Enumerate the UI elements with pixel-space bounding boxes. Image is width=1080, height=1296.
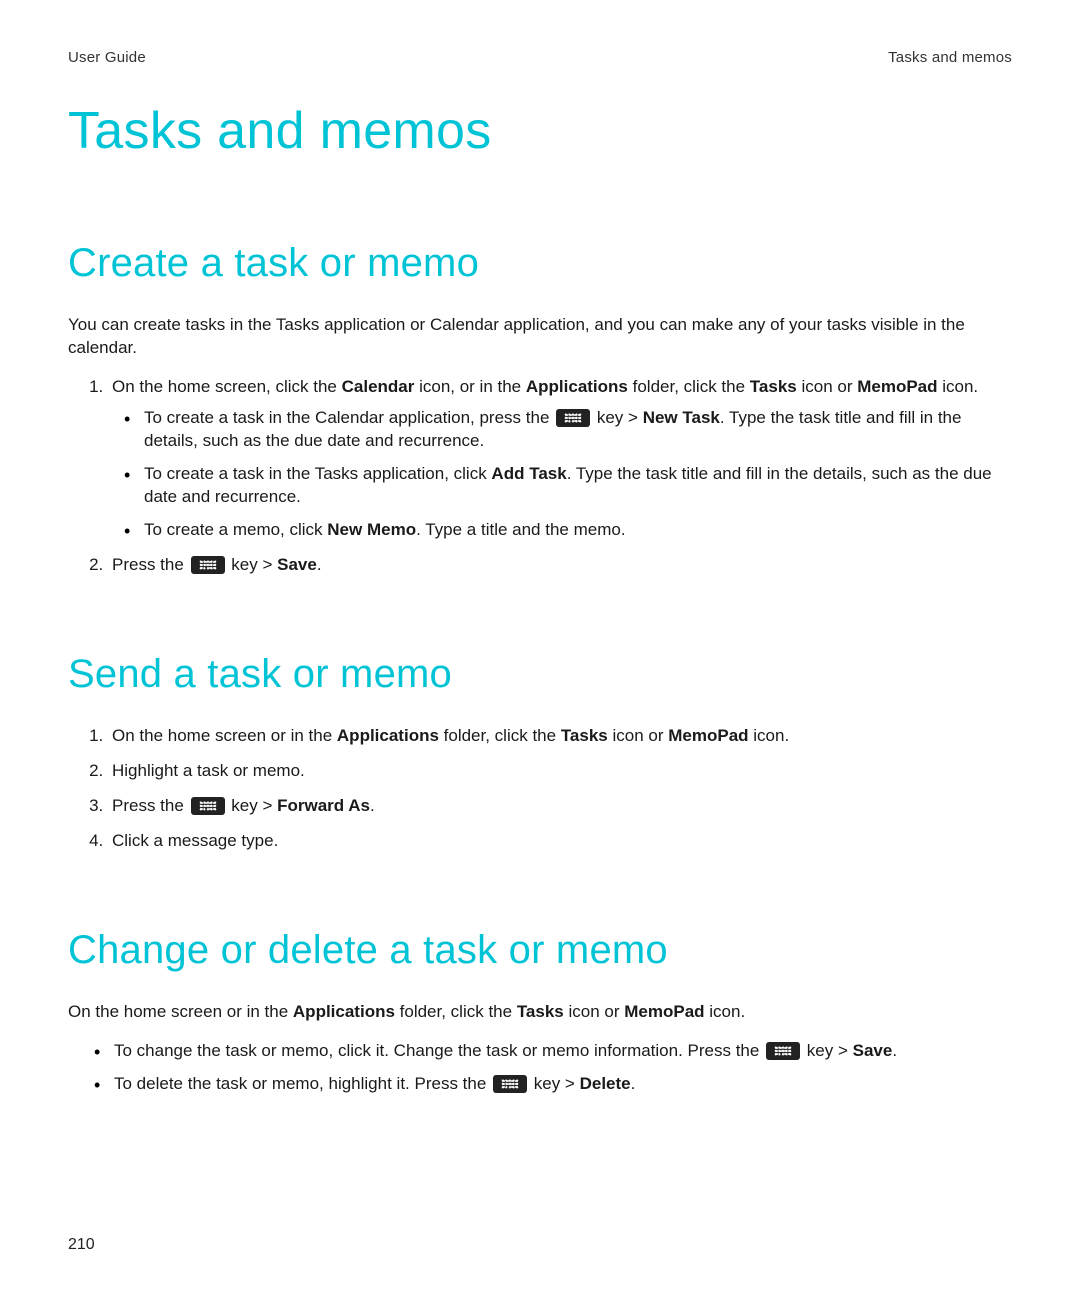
text: key >: [529, 1074, 580, 1093]
list-item: To create a memo, click New Memo. Type a…: [138, 519, 1012, 542]
send-step-2: Highlight a task or memo.: [108, 760, 1012, 783]
text: .: [892, 1041, 897, 1060]
create-step-1-bullets: To create a task in the Calendar applica…: [112, 407, 1012, 542]
section-change-bullets: To change the task or memo, click it. Ch…: [82, 1040, 1012, 1096]
text: To create a task in the Tasks applicatio…: [144, 464, 491, 483]
text: . Type a title and the memo.: [416, 520, 625, 539]
bold-new-memo: New Memo: [327, 520, 416, 539]
text: Press the: [112, 796, 189, 815]
text: key >: [227, 555, 278, 574]
text: icon or: [797, 377, 857, 396]
menu-key-icon: [191, 556, 225, 574]
text: icon.: [705, 1002, 746, 1021]
bold-tasks: Tasks: [517, 1002, 564, 1021]
running-header: User Guide Tasks and memos: [68, 48, 1012, 68]
send-step-3: Press the key > Forward As.: [108, 795, 1012, 818]
text: .: [317, 555, 322, 574]
chapter-title: Tasks and memos: [68, 96, 1012, 166]
menu-key-icon: [493, 1075, 527, 1093]
bold-memopad: MemoPad: [624, 1002, 704, 1021]
bold-new-task: New Task: [643, 408, 720, 427]
bold-forward-as: Forward As: [277, 796, 370, 815]
section-send-title: Send a task or memo: [68, 647, 1012, 701]
text: folder, click the: [439, 726, 561, 745]
section-send-steps: On the home screen or in the Application…: [68, 725, 1012, 853]
menu-key-icon: [191, 797, 225, 815]
text: icon or: [608, 726, 668, 745]
send-step-4: Click a message type.: [108, 830, 1012, 853]
header-right: Tasks and memos: [888, 48, 1012, 68]
section-create-title: Create a task or memo: [68, 236, 1012, 290]
bold-save: Save: [853, 1041, 893, 1060]
list-item: To change the task or memo, click it. Ch…: [108, 1040, 1012, 1063]
header-left: User Guide: [68, 48, 146, 68]
text: Press the: [112, 555, 189, 574]
send-step-1: On the home screen or in the Application…: [108, 725, 1012, 748]
section-create-intro: You can create tasks in the Tasks applic…: [68, 314, 1012, 360]
text: To create a task in the Calendar applica…: [144, 408, 554, 427]
bold-tasks: Tasks: [561, 726, 608, 745]
create-step-1: On the home screen, click the Calendar i…: [108, 376, 1012, 542]
section-change-intro: On the home screen or in the Application…: [68, 1001, 1012, 1024]
text: folder, click the: [628, 377, 750, 396]
text: icon or: [564, 1002, 624, 1021]
bold-tasks: Tasks: [750, 377, 797, 396]
list-item: To create a task in the Calendar applica…: [138, 407, 1012, 453]
text: To create a memo, click: [144, 520, 327, 539]
bold-applications: Applications: [337, 726, 439, 745]
menu-key-icon: [556, 409, 590, 427]
text: folder, click the: [395, 1002, 517, 1021]
bold-calendar: Calendar: [342, 377, 415, 396]
section-create-steps: On the home screen, click the Calendar i…: [68, 376, 1012, 577]
list-item: To create a task in the Tasks applicatio…: [138, 463, 1012, 509]
bold-delete: Delete: [580, 1074, 631, 1093]
text: key >: [802, 1041, 853, 1060]
document-page: User Guide Tasks and memos Tasks and mem…: [0, 0, 1080, 1145]
text: To delete the task or memo, highlight it…: [114, 1074, 491, 1093]
text: icon.: [749, 726, 790, 745]
text: .: [631, 1074, 636, 1093]
text: key >: [592, 408, 643, 427]
create-step-2: Press the key > Save.: [108, 554, 1012, 577]
bold-save: Save: [277, 555, 317, 574]
section-change-title: Change or delete a task or memo: [68, 923, 1012, 977]
page-number: 210: [68, 1234, 95, 1256]
text: On the home screen or in the: [68, 1002, 293, 1021]
text: icon, or in the: [414, 377, 526, 396]
bold-add-task: Add Task: [491, 464, 566, 483]
text: .: [370, 796, 375, 815]
text: icon.: [938, 377, 979, 396]
text: On the home screen or in the: [112, 726, 337, 745]
bold-memopad: MemoPad: [857, 377, 937, 396]
bold-memopad: MemoPad: [668, 726, 748, 745]
list-item: To delete the task or memo, highlight it…: [108, 1073, 1012, 1096]
text: To change the task or memo, click it. Ch…: [114, 1041, 764, 1060]
bold-applications: Applications: [526, 377, 628, 396]
bold-applications: Applications: [293, 1002, 395, 1021]
menu-key-icon: [766, 1042, 800, 1060]
text: On the home screen, click the: [112, 377, 342, 396]
text: key >: [227, 796, 278, 815]
